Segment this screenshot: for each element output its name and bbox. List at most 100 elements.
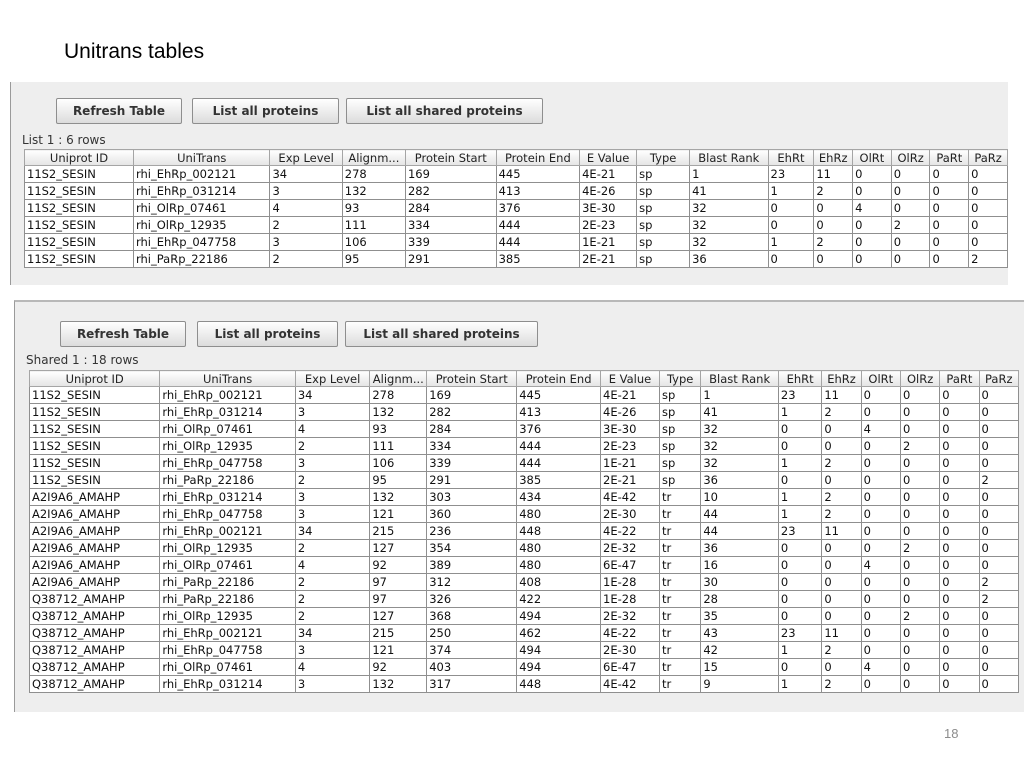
list-table-cell[interactable]: 4: [852, 199, 892, 217]
shared-table-row[interactable]: Q38712_AMAHP rhi_OlRp_12935 2 127 368 494 2E-3…: [28, 607, 1020, 625]
list-table-cell[interactable]: 2: [813, 233, 854, 251]
list-table-cell[interactable]: 11S2_SESIN: [24, 165, 134, 183]
list-table-cell[interactable]: 3: [269, 182, 343, 200]
shared-table-cell[interactable]: sp: [658, 420, 702, 438]
shared-table-cell[interactable]: 34: [294, 522, 371, 540]
shared-table-cell[interactable]: 1: [700, 386, 779, 404]
shared-table-cell[interactable]: Q38712_AMAHP: [28, 641, 161, 659]
shared-table-cell[interactable]: 368: [426, 607, 518, 625]
list-table-cell[interactable]: 385: [495, 250, 581, 268]
shared-table-cell[interactable]: 0: [821, 420, 862, 438]
list-table-cell[interactable]: 0: [767, 250, 815, 268]
shared-table-cell[interactable]: 0: [939, 522, 980, 540]
shared-table-cell[interactable]: 408: [516, 573, 602, 591]
shared-table-cell[interactable]: 434: [516, 488, 602, 506]
list-table-cell[interactable]: 0: [929, 199, 970, 217]
shared-table-cell[interactable]: 11: [821, 386, 862, 404]
shared-table-cell[interactable]: 0: [860, 641, 901, 659]
list-table-cell[interactable]: 2: [269, 250, 343, 268]
shared-table-cell[interactable]: 0: [860, 522, 901, 540]
shared-table-cell[interactable]: 23: [777, 624, 823, 642]
list-table-cell[interactable]: 4E-26: [579, 182, 638, 200]
shared-table-cell[interactable]: 44: [700, 505, 779, 523]
list-all-proteins-button[interactable]: List all proteins: [192, 98, 339, 124]
shared-table-cell[interactable]: 2: [821, 641, 862, 659]
shared-table-cell[interactable]: 0: [978, 539, 1020, 557]
shared-table-cell[interactable]: 11S2_SESIN: [28, 471, 161, 489]
list-table-row[interactable]: 11S2_SESIN rhi_PaRp_22186 2 95 291 385 2E-21 sp…: [24, 250, 1008, 268]
shared-table-cell[interactable]: 41: [700, 403, 779, 421]
list-table-cell[interactable]: 339: [404, 233, 497, 251]
shared-table-cell[interactable]: 6E-47: [600, 658, 660, 676]
shared-column-header[interactable]: E Value: [600, 370, 660, 387]
shared-table-cell[interactable]: Q38712_AMAHP: [28, 658, 161, 676]
list-table-cell[interactable]: 4: [269, 199, 343, 217]
shared-table-cell[interactable]: 11: [821, 522, 862, 540]
shared-table-row[interactable]: A2I9A6_AMAHP rhi_EhRp_031214 3 132 303 434 4E-…: [28, 488, 1020, 506]
list-table-cell[interactable]: 95: [341, 250, 406, 268]
list-table-cell[interactable]: 32: [689, 216, 769, 234]
list-table-cell[interactable]: 11S2_SESIN: [24, 216, 134, 234]
list-table-cell[interactable]: 2E-23: [579, 216, 638, 234]
shared-table-cell[interactable]: 32: [700, 437, 779, 455]
list-table-cell[interactable]: 1: [689, 165, 769, 183]
shared-list-all-proteins-button[interactable]: List all proteins: [197, 321, 338, 347]
shared-column-header[interactable]: Protein Start: [426, 370, 518, 387]
shared-table-cell[interactable]: 480: [516, 505, 602, 523]
shared-table-cell[interactable]: 34: [294, 624, 371, 642]
list-table-cell[interactable]: 11S2_SESIN: [24, 199, 134, 217]
shared-table-cell[interactable]: 0: [939, 488, 980, 506]
list-table-cell[interactable]: 0: [813, 216, 854, 234]
shared-table-cell[interactable]: 2E-32: [600, 607, 660, 625]
shared-table-cell[interactable]: 0: [939, 675, 980, 693]
shared-column-header[interactable]: Blast Rank: [700, 370, 779, 387]
shared-table-cell[interactable]: 1: [777, 505, 823, 523]
list-table-cell[interactable]: 0: [890, 182, 931, 200]
shared-table-cell[interactable]: 35: [700, 607, 779, 625]
list-column-header[interactable]: PaRt: [929, 149, 970, 166]
shared-table-cell[interactable]: 95: [369, 471, 428, 489]
shared-table-cell[interactable]: rhi_OlRp_12935: [159, 437, 296, 455]
shared-table-cell[interactable]: 0: [777, 658, 823, 676]
list-table-cell[interactable]: 93: [341, 199, 406, 217]
shared-table-cell[interactable]: rhi_EhRp_002121: [159, 386, 296, 404]
shared-table-cell[interactable]: 92: [369, 658, 428, 676]
shared-table-cell[interactable]: 0: [777, 573, 823, 591]
shared-table-row[interactable]: 11S2_SESIN rhi_PaRp_22186 2 95 291 385 2E-21 sp…: [28, 471, 1020, 489]
list-table-cell[interactable]: 0: [852, 233, 892, 251]
shared-table-row[interactable]: A2I9A6_AMAHP rhi_PaRp_22186 2 97 312 408 1E-28…: [28, 573, 1020, 591]
list-table-cell[interactable]: 291: [404, 250, 497, 268]
shared-table-cell[interactable]: rhi_PaRp_22186: [159, 590, 296, 608]
shared-table-cell[interactable]: 0: [978, 454, 1020, 472]
shared-table-cell[interactable]: 334: [426, 437, 518, 455]
shared-table-cell[interactable]: 0: [939, 386, 980, 404]
shared-table-cell[interactable]: 0: [777, 471, 823, 489]
list-table-cell[interactable]: 0: [767, 199, 815, 217]
shared-list-all-shared-proteins-button[interactable]: List all shared proteins: [345, 321, 538, 347]
shared-table-cell[interactable]: 2: [294, 539, 371, 557]
shared-column-header[interactable]: UniTrans: [159, 370, 296, 387]
list-column-header[interactable]: OlRz: [890, 149, 931, 166]
shared-table-cell[interactable]: 1E-28: [600, 573, 660, 591]
shared-table-cell[interactable]: 0: [821, 573, 862, 591]
shared-table-cell[interactable]: 250: [426, 624, 518, 642]
shared-table-cell[interactable]: 34: [294, 386, 371, 404]
list-table-row[interactable]: 11S2_SESIN rhi_OlRp_12935 2 111 334 444 2E-23 s…: [24, 216, 1008, 234]
list-column-header[interactable]: EhRt: [767, 149, 815, 166]
shared-table-cell[interactable]: 92: [369, 556, 428, 574]
list-table-cell[interactable]: rhi_OlRp_07461: [132, 199, 271, 217]
list-table-cell[interactable]: 0: [852, 182, 892, 200]
shared-table-row[interactable]: Q38712_AMAHP rhi_EhRp_002121 34 215 250 462 4E…: [28, 624, 1020, 642]
shared-table-cell[interactable]: 215: [369, 624, 428, 642]
shared-table-cell[interactable]: rhi_OlRp_07461: [159, 556, 296, 574]
shared-table-cell[interactable]: 1E-21: [600, 454, 660, 472]
shared-table-cell[interactable]: 93: [369, 420, 428, 438]
list-table-cell[interactable]: 0: [968, 233, 1008, 251]
shared-column-header[interactable]: Exp Level: [294, 370, 371, 387]
shared-table-cell[interactable]: 339: [426, 454, 518, 472]
shared-table-cell[interactable]: 0: [939, 471, 980, 489]
shared-table-cell[interactable]: 0: [860, 675, 901, 693]
list-table-cell[interactable]: 0: [890, 233, 931, 251]
shared-table-cell[interactable]: 413: [516, 403, 602, 421]
shared-table-cell[interactable]: 236: [426, 522, 518, 540]
